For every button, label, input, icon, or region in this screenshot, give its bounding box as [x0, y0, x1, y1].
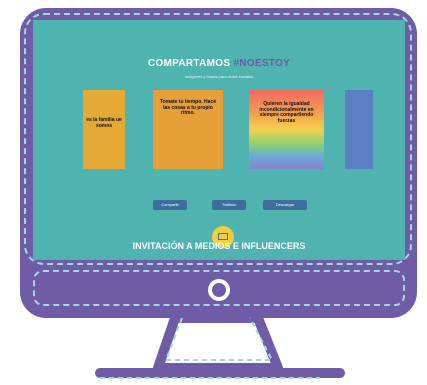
- monitor-stand: [95, 313, 345, 379]
